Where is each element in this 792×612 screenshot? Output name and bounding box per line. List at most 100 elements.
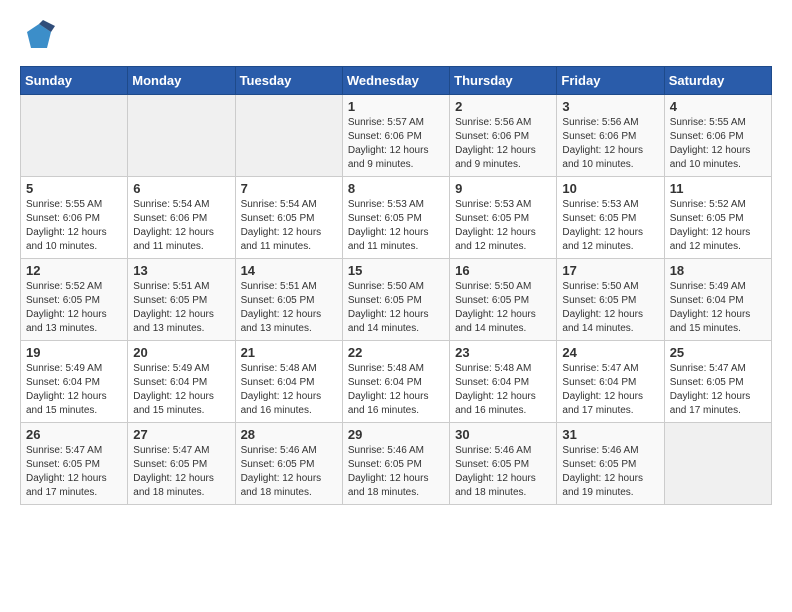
calendar-cell: 26Sunrise: 5:47 AM Sunset: 6:05 PM Dayli… [21, 423, 128, 505]
day-info: Sunrise: 5:47 AM Sunset: 6:05 PM Dayligh… [26, 444, 122, 500]
calendar-cell [128, 95, 235, 177]
calendar-cell [21, 95, 128, 177]
day-info: Sunrise: 5:46 AM Sunset: 6:05 PM Dayligh… [348, 444, 444, 500]
calendar-cell: 6 Sunrise: 5:54 AM Sunset: 6:06 PM Daylig… [128, 177, 235, 259]
calendar-cell: 22 Sunrise: 5:48 AM Sunset: 6:04 PM Dayli… [342, 341, 449, 423]
calendar-cell: 8Sunrise: 5:53 AM Sunset: 6:05 PM Daylig… [342, 177, 449, 259]
day-info: Sunrise: 5:55 AM Sunset: 6:06 PM Dayligh… [26, 198, 122, 254]
calendar-table: SundayMondayTuesdayWednesdayThursdayFrid… [20, 66, 772, 505]
calendar-cell: 14 Sunrise: 5:51 AM Sunset: 6:05 PM Dayli… [235, 259, 342, 341]
calendar-cell: 18 Sunrise: 5:49 AM Sunset: 6:04 PM Dayli… [664, 259, 771, 341]
day-number: 18 [670, 263, 766, 278]
day-number: 21 [241, 345, 337, 360]
weekday-header: Tuesday [235, 67, 342, 95]
day-number: 7 [241, 181, 337, 196]
day-info: Sunrise: 5:49 AM Sunset: 6:04 PM Dayligh… [670, 280, 766, 336]
calendar-cell: 4 Sunrise: 5:55 AM Sunset: 6:06 PM Daylig… [664, 95, 771, 177]
day-number: 6 [133, 181, 229, 196]
calendar-cell: 17Sunrise: 5:50 AM Sunset: 6:05 PM Dayli… [557, 259, 664, 341]
calendar-cell: 13 Sunrise: 5:51 AM Sunset: 6:05 PM Dayli… [128, 259, 235, 341]
weekday-header: Monday [128, 67, 235, 95]
day-info: Sunrise: 5:47 AM Sunset: 6:05 PM Dayligh… [670, 362, 766, 418]
calendar-cell: 16Sunrise: 5:50 AM Sunset: 6:05 PM Dayli… [450, 259, 557, 341]
day-number: 29 [348, 427, 444, 442]
day-info: Sunrise: 5:50 AM Sunset: 6:05 PM Dayligh… [348, 280, 444, 336]
weekday-header-row: SundayMondayTuesdayWednesdayThursdayFrid… [21, 67, 772, 95]
day-number: 23 [455, 345, 551, 360]
calendar-cell: 30 Sunrise: 5:46 AM Sunset: 6:05 PM Dayli… [450, 423, 557, 505]
day-info: Sunrise: 5:55 AM Sunset: 6:06 PM Dayligh… [670, 116, 766, 172]
day-info: Sunrise: 5:46 AM Sunset: 6:05 PM Dayligh… [455, 444, 551, 500]
calendar-cell: 10Sunrise: 5:53 AM Sunset: 6:05 PM Dayli… [557, 177, 664, 259]
header [20, 20, 772, 52]
logo-icon [23, 20, 55, 52]
day-number: 14 [241, 263, 337, 278]
calendar-cell: 28 Sunrise: 5:46 AM Sunset: 6:05 PM Dayli… [235, 423, 342, 505]
day-number: 31 [562, 427, 658, 442]
calendar-cell: 25 Sunrise: 5:47 AM Sunset: 6:05 PM Dayli… [664, 341, 771, 423]
day-info: Sunrise: 5:51 AM Sunset: 6:05 PM Dayligh… [133, 280, 229, 336]
calendar-week-row: 5 Sunrise: 5:55 AM Sunset: 6:06 PM Daylig… [21, 177, 772, 259]
day-number: 13 [133, 263, 229, 278]
calendar-cell [235, 95, 342, 177]
day-info: Sunrise: 5:48 AM Sunset: 6:04 PM Dayligh… [348, 362, 444, 418]
calendar-cell: 3 Sunrise: 5:56 AM Sunset: 6:06 PM Daylig… [557, 95, 664, 177]
day-info: Sunrise: 5:54 AM Sunset: 6:06 PM Dayligh… [133, 198, 229, 254]
day-info: Sunrise: 5:46 AM Sunset: 6:05 PM Dayligh… [241, 444, 337, 500]
day-number: 5 [26, 181, 122, 196]
day-info: Sunrise: 5:50 AM Sunset: 6:05 PM Dayligh… [562, 280, 658, 336]
day-info: Sunrise: 5:49 AM Sunset: 6:04 PM Dayligh… [26, 362, 122, 418]
calendar-cell: 9Sunrise: 5:53 AM Sunset: 6:05 PM Daylig… [450, 177, 557, 259]
day-info: Sunrise: 5:51 AM Sunset: 6:05 PM Dayligh… [241, 280, 337, 336]
calendar-cell: 20 Sunrise: 5:49 AM Sunset: 6:04 PM Dayli… [128, 341, 235, 423]
day-number: 1 [348, 99, 444, 114]
day-number: 30 [455, 427, 551, 442]
weekday-header: Thursday [450, 67, 557, 95]
calendar-cell: 21 Sunrise: 5:48 AM Sunset: 6:04 PM Dayli… [235, 341, 342, 423]
weekday-header: Sunday [21, 67, 128, 95]
weekday-header: Saturday [664, 67, 771, 95]
day-info: Sunrise: 5:53 AM Sunset: 6:05 PM Dayligh… [562, 198, 658, 254]
calendar-cell: 23 Sunrise: 5:48 AM Sunset: 6:04 PM Dayli… [450, 341, 557, 423]
day-number: 27 [133, 427, 229, 442]
day-number: 22 [348, 345, 444, 360]
calendar-cell: 5 Sunrise: 5:55 AM Sunset: 6:06 PM Daylig… [21, 177, 128, 259]
calendar-week-row: 12Sunrise: 5:52 AM Sunset: 6:05 PM Dayli… [21, 259, 772, 341]
day-info: Sunrise: 5:47 AM Sunset: 6:04 PM Dayligh… [562, 362, 658, 418]
day-number: 28 [241, 427, 337, 442]
day-number: 25 [670, 345, 766, 360]
calendar-week-row: 26Sunrise: 5:47 AM Sunset: 6:05 PM Dayli… [21, 423, 772, 505]
day-info: Sunrise: 5:53 AM Sunset: 6:05 PM Dayligh… [455, 198, 551, 254]
calendar-cell: 2Sunrise: 5:56 AM Sunset: 6:06 PM Daylig… [450, 95, 557, 177]
day-info: Sunrise: 5:46 AM Sunset: 6:05 PM Dayligh… [562, 444, 658, 500]
day-number: 4 [670, 99, 766, 114]
day-info: Sunrise: 5:48 AM Sunset: 6:04 PM Dayligh… [241, 362, 337, 418]
calendar-cell: 27 Sunrise: 5:47 AM Sunset: 6:05 PM Dayli… [128, 423, 235, 505]
logo [20, 20, 55, 52]
day-number: 20 [133, 345, 229, 360]
calendar-cell: 24Sunrise: 5:47 AM Sunset: 6:04 PM Dayli… [557, 341, 664, 423]
day-number: 16 [455, 263, 551, 278]
day-info: Sunrise: 5:52 AM Sunset: 6:05 PM Dayligh… [670, 198, 766, 254]
calendar-cell [664, 423, 771, 505]
calendar-cell: 29 Sunrise: 5:46 AM Sunset: 6:05 PM Dayli… [342, 423, 449, 505]
day-info: Sunrise: 5:49 AM Sunset: 6:04 PM Dayligh… [133, 362, 229, 418]
day-info: Sunrise: 5:47 AM Sunset: 6:05 PM Dayligh… [133, 444, 229, 500]
day-info: Sunrise: 5:56 AM Sunset: 6:06 PM Dayligh… [455, 116, 551, 172]
day-number: 8 [348, 181, 444, 196]
day-info: Sunrise: 5:57 AM Sunset: 6:06 PM Dayligh… [348, 116, 444, 172]
calendar-week-row: 1 Sunrise: 5:57 AM Sunset: 6:06 PM Daylig… [21, 95, 772, 177]
day-info: Sunrise: 5:48 AM Sunset: 6:04 PM Dayligh… [455, 362, 551, 418]
weekday-header: Friday [557, 67, 664, 95]
calendar-cell: 31 Sunrise: 5:46 AM Sunset: 6:05 PM Dayli… [557, 423, 664, 505]
calendar-cell: 1 Sunrise: 5:57 AM Sunset: 6:06 PM Daylig… [342, 95, 449, 177]
day-info: Sunrise: 5:54 AM Sunset: 6:05 PM Dayligh… [241, 198, 337, 254]
calendar-cell: 11 Sunrise: 5:52 AM Sunset: 6:05 PM Dayli… [664, 177, 771, 259]
weekday-header: Wednesday [342, 67, 449, 95]
day-info: Sunrise: 5:52 AM Sunset: 6:05 PM Dayligh… [26, 280, 122, 336]
page: SundayMondayTuesdayWednesdayThursdayFrid… [0, 0, 792, 515]
day-number: 3 [562, 99, 658, 114]
day-number: 11 [670, 181, 766, 196]
calendar-cell: 7 Sunrise: 5:54 AM Sunset: 6:05 PM Daylig… [235, 177, 342, 259]
day-info: Sunrise: 5:56 AM Sunset: 6:06 PM Dayligh… [562, 116, 658, 172]
